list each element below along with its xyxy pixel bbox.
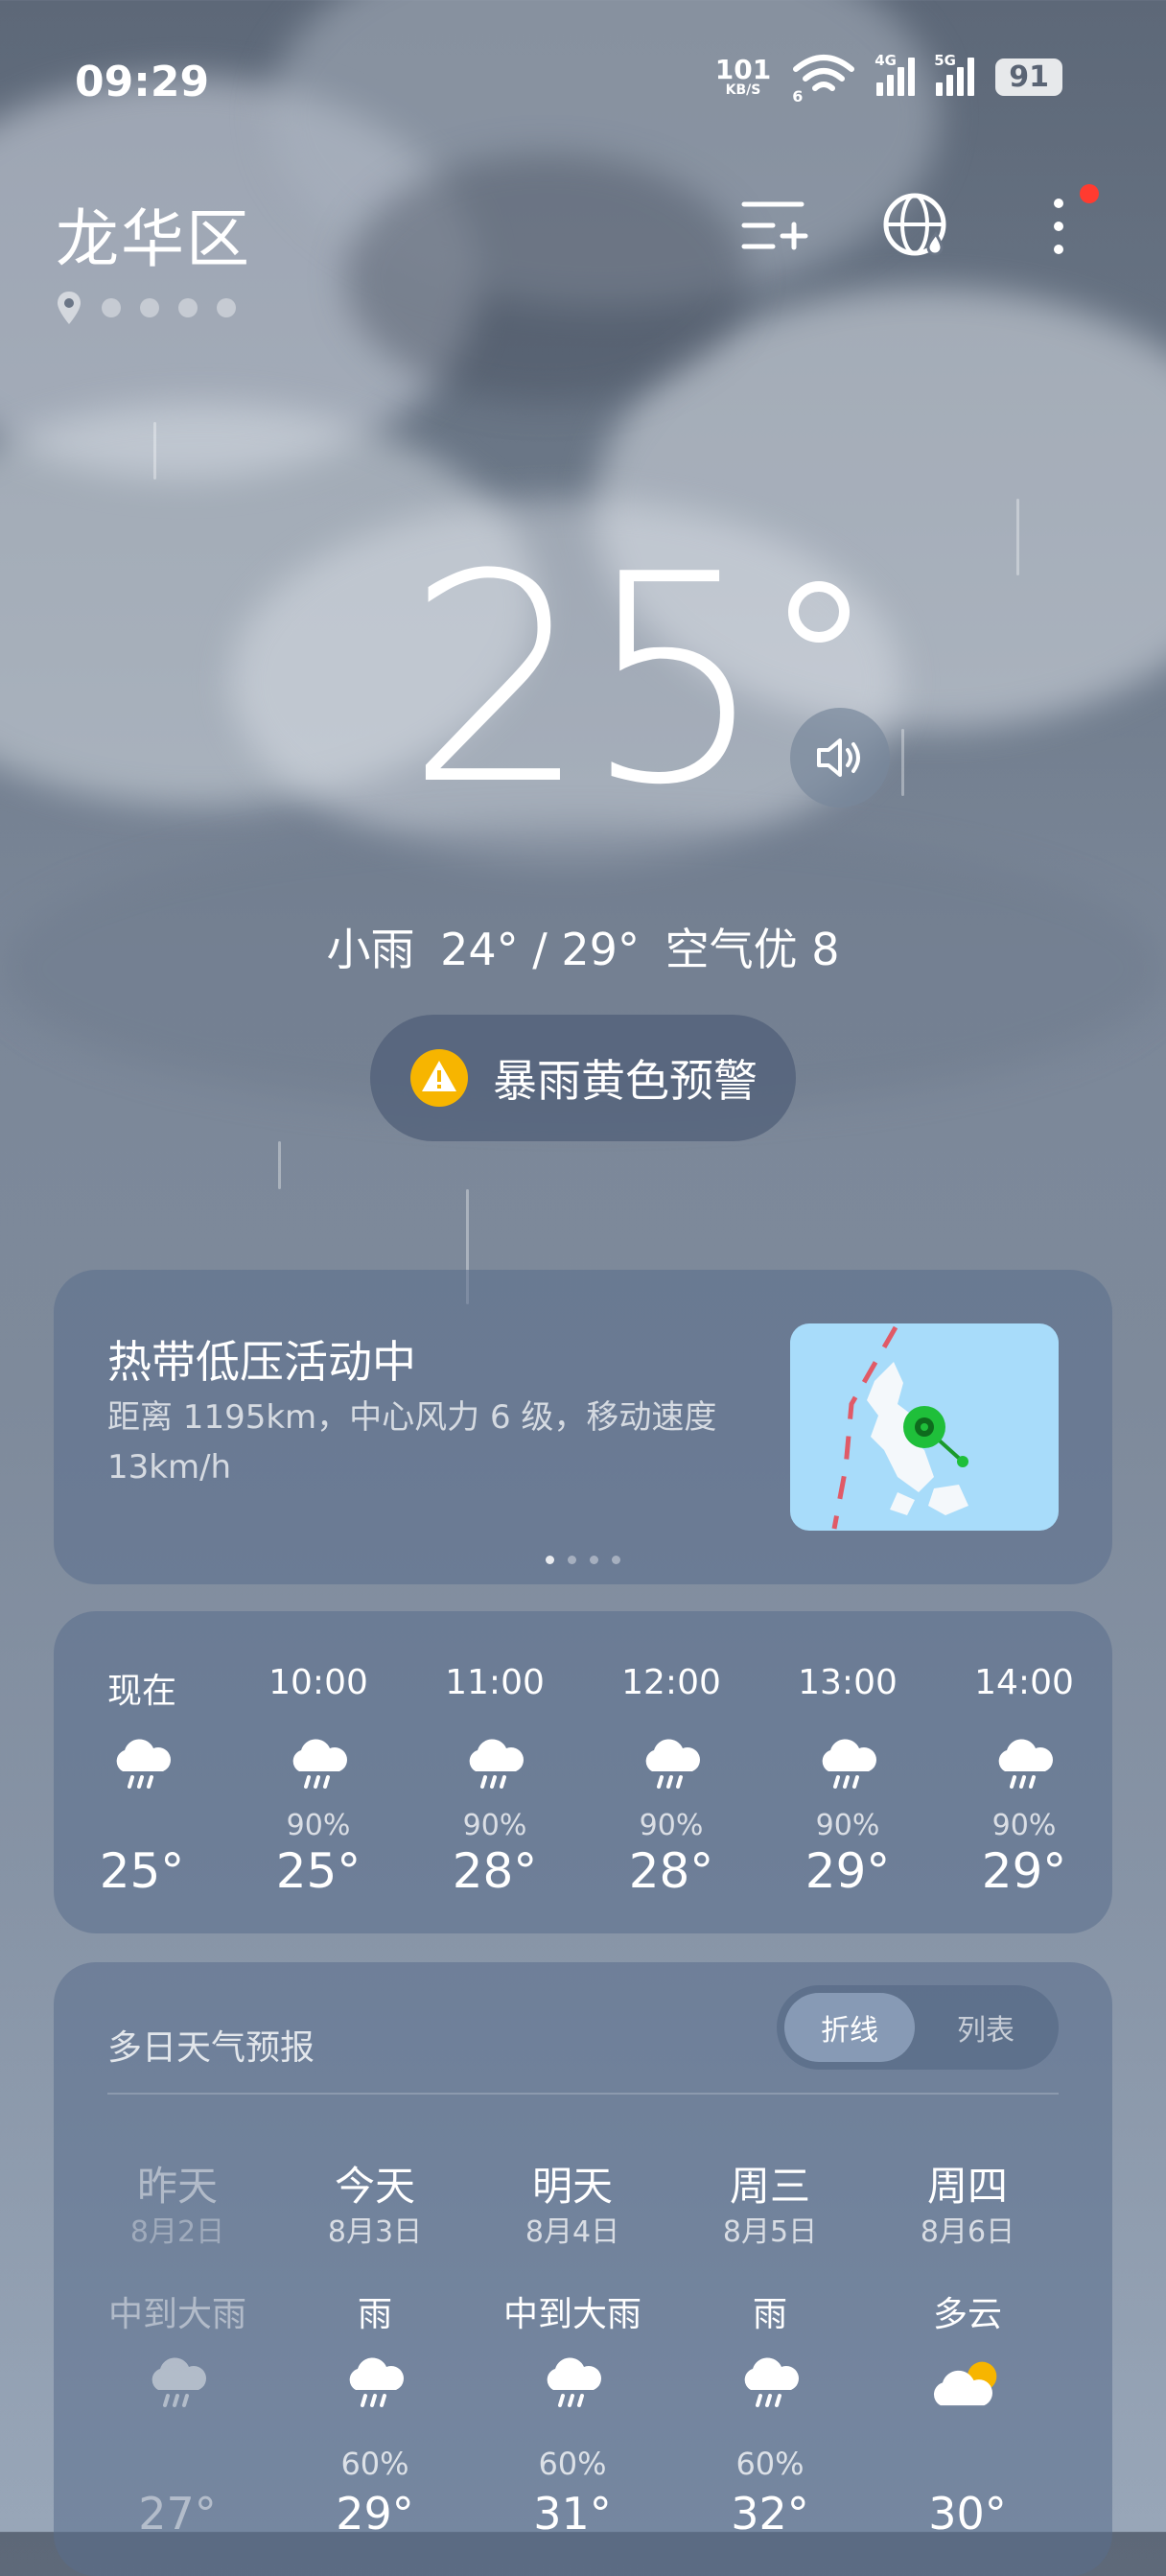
hour-temp: 25° [99, 1843, 185, 1899]
hour-label: 10:00 [268, 1663, 368, 1702]
hourly-item: 13:00 90% 29° [759, 1663, 936, 1899]
city-title[interactable]: 龙华区 [56, 188, 251, 280]
status-icons: 101 KB/S 6 4G 5G 91 [714, 52, 1062, 105]
typhoon-card[interactable]: 热带低压活动中 距离 1195km，中心风力 6 级，移动速度 13km/h [54, 1270, 1112, 1584]
speaker-icon[interactable] [790, 708, 890, 808]
hourly-forecast-card[interactable]: 现在 25° 10:00 90% 25° 11:00 90% 28° 12:00 90% 28° 13… [54, 1611, 1112, 1933]
network-speed: 101 KB/S [714, 54, 772, 98]
day-label: 今天 [334, 2163, 415, 2210]
toggle-list-view[interactable]: 列表 [921, 1993, 1051, 2062]
more-icon[interactable] [1020, 184, 1099, 265]
day-date: 8月6日 [920, 2215, 1015, 2249]
globe-icon[interactable] [878, 188, 955, 265]
day-precip: 60% [735, 2446, 805, 2482]
day-weather: 多云 [932, 2295, 1002, 2334]
day-weather: 中到大雨 [502, 2295, 641, 2334]
current-condition: 小雨 [326, 924, 415, 975]
hour-label: 12:00 [621, 1663, 721, 1702]
rain-icon [735, 2344, 805, 2424]
precip-chance: 90% [286, 1809, 351, 1842]
day-high-temp: 31° [533, 2488, 612, 2540]
day-weather: 中到大雨 [107, 2295, 246, 2334]
rain-icon [813, 1722, 882, 1809]
alert-label: 暴雨黄色预警 [493, 1055, 758, 1107]
hour-label: 现在 [106, 1672, 176, 1711]
divider [107, 2093, 1059, 2095]
day-date: 8月5日 [722, 2215, 818, 2249]
temp-range: 24° / 29° [440, 924, 640, 975]
hourly-item: 10:00 90% 25° [230, 1663, 407, 1899]
rain-icon [990, 1722, 1059, 1809]
day-high-temp: 29° [336, 2488, 414, 2540]
hour-label: 11:00 [445, 1663, 545, 1702]
precip-chance: 90% [639, 1809, 704, 1842]
typhoon-map[interactable] [790, 1323, 1059, 1531]
hour-label: 13:00 [798, 1663, 898, 1702]
day-precip: 60% [538, 2446, 607, 2482]
rain-icon [143, 2344, 212, 2424]
warning-icon [410, 1049, 468, 1107]
day-label: 明天 [531, 2163, 613, 2210]
notification-dot [1080, 184, 1099, 203]
typhoon-card-pager [54, 1556, 1112, 1564]
typhoon-title: 热带低压活动中 [107, 1336, 416, 1388]
air-quality[interactable]: 空气优 8 [665, 924, 840, 975]
hour-temp: 28° [452, 1843, 538, 1899]
hour-temp: 25° [275, 1843, 361, 1899]
hour-temp: 28° [628, 1843, 714, 1899]
forecast-title: 多日天气预报 [107, 2028, 315, 2068]
daily-forecast-card[interactable]: 多日天气预报 折线 列表 昨天 8月2日中到大雨 27° 今天 8月3日雨 60% 29° 明… [54, 1962, 1112, 2576]
day-high-temp: 32° [731, 2488, 809, 2540]
rain-icon [460, 1722, 529, 1809]
hourly-item: 12:00 90% 28° [583, 1663, 759, 1899]
day-date: 8月2日 [129, 2215, 225, 2249]
hourly-item: 14:00 90% 29° [936, 1663, 1112, 1899]
signal-4g-icon: 4G [874, 52, 916, 96]
forecast-day[interactable]: 周三 8月5日雨 60% 32° [671, 2154, 869, 2545]
partly-cloudy-icon [930, 2344, 1005, 2424]
precip-chance: 90% [991, 1809, 1057, 1842]
rain-icon [637, 1722, 706, 1809]
degree-symbol [788, 581, 850, 643]
forecast-day[interactable]: 明天 8月4日中到大雨 60% 31° [474, 2154, 671, 2545]
day-label: 周四 [926, 2163, 1008, 2210]
hourly-item: 现在 25° [54, 1663, 230, 1899]
hour-temp: 29° [981, 1843, 1067, 1899]
day-label: 昨天 [136, 2163, 218, 2210]
day-weather: 雨 [357, 2295, 392, 2334]
forecast-day[interactable]: 周四 8月6日多云 30° [869, 2154, 1066, 2545]
weather-summary: 小雨 24° / 29° 空气优 8 [0, 915, 1166, 978]
status-time: 09:29 [75, 58, 210, 106]
view-toggle[interactable]: 折线 列表 [777, 1985, 1059, 2070]
day-date: 8月3日 [327, 2215, 423, 2249]
add-city-icon[interactable] [736, 188, 813, 265]
current-temperature: 25 [406, 513, 766, 848]
hour-label: 14:00 [974, 1663, 1074, 1702]
day-label: 周三 [729, 2163, 810, 2210]
day-high-temp: 27° [138, 2488, 217, 2540]
battery-indicator: 91 [995, 58, 1062, 96]
wifi-icon: 6 [792, 54, 855, 105]
forecast-day[interactable]: 今天 8月3日雨 60% 29° [276, 2154, 474, 2545]
precip-chance: 90% [462, 1809, 527, 1842]
day-weather: 雨 [752, 2295, 787, 2334]
day-precip: 60% [340, 2446, 409, 2482]
weather-alert-button[interactable]: 暴雨黄色预警 [370, 1015, 796, 1141]
rain-icon [107, 1722, 176, 1809]
signal-5g-icon: 5G [934, 52, 975, 96]
hourly-item: 11:00 90% 28° [407, 1663, 583, 1899]
day-date: 8月4日 [525, 2215, 620, 2249]
rain-icon [340, 2344, 409, 2424]
rain-icon [538, 2344, 607, 2424]
toggle-line-view[interactable]: 折线 [784, 1993, 915, 2062]
location-pin-icon [58, 292, 81, 324]
hour-temp: 29° [805, 1843, 891, 1899]
typhoon-description: 距离 1195km，中心风力 6 级，移动速度 13km/h [107, 1398, 717, 1487]
rain-icon [284, 1722, 353, 1809]
day-high-temp: 30° [928, 2488, 1007, 2540]
city-pager[interactable] [56, 290, 236, 326]
precip-chance: 90% [815, 1809, 880, 1842]
forecast-day[interactable]: 昨天 8月2日中到大雨 27° [79, 2154, 276, 2545]
